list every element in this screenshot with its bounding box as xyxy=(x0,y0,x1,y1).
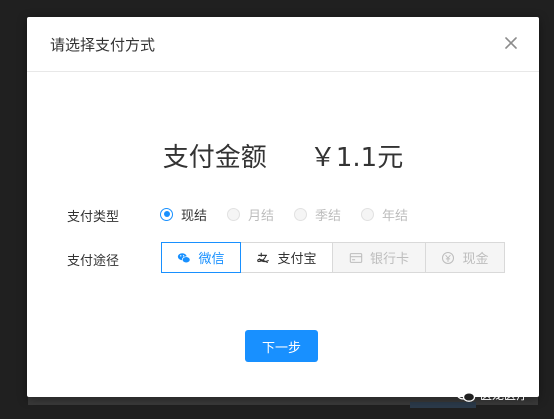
radio-option-monthly[interactable]: 月结 xyxy=(227,205,274,224)
radio-label: 现结 xyxy=(181,208,208,224)
amount-label: 支付金额 xyxy=(162,143,267,173)
dialog-title: 请选择支付方式 xyxy=(50,36,156,54)
close-icon[interactable] xyxy=(503,35,519,51)
radio-label: 月结 xyxy=(248,208,275,224)
payment-method-dialog: 请选择支付方式 支付金额 ￥1.1元 支付类型 现结 月结 季结 年结 支付途径 xyxy=(27,17,539,397)
pay-type-radio-group: 现结 月结 季结 年结 xyxy=(160,204,428,224)
alipay-label: 支付宝 xyxy=(277,252,317,267)
next-step-button[interactable]: 下一步 xyxy=(245,330,318,362)
bank-card-label: 银行卡 xyxy=(369,252,409,267)
radio-label: 年结 xyxy=(382,208,409,224)
chat-bubbles-icon xyxy=(456,387,476,402)
cash-button[interactable]: 现金 xyxy=(425,242,505,273)
pay-channel-label: 支付途径 xyxy=(67,254,120,269)
watermark-text: 医龙医疗 xyxy=(480,388,529,402)
bank-card-icon xyxy=(349,252,363,263)
pay-channel-button-group: 微信 支付宝 银行卡 现金 xyxy=(161,242,505,273)
bank-card-button[interactable]: 银行卡 xyxy=(332,242,426,273)
radio-option-quarterly[interactable]: 季结 xyxy=(294,205,341,224)
radio-checked-icon[interactable] xyxy=(160,207,173,221)
radio-unchecked-icon[interactable] xyxy=(227,207,241,221)
radio-unchecked-icon[interactable] xyxy=(294,207,308,221)
wechat-pay-button[interactable]: 微信 xyxy=(161,242,241,273)
wechat-pay-label: 微信 xyxy=(198,252,225,267)
cash-label: 现金 xyxy=(462,252,489,267)
alipay-button[interactable]: 支付宝 xyxy=(240,242,333,273)
wechat-icon xyxy=(178,252,191,263)
watermark: 医龙医疗 xyxy=(456,386,528,403)
dialog-header: 请选择支付方式 xyxy=(27,17,539,72)
cash-icon xyxy=(442,251,455,264)
radio-unchecked-icon[interactable] xyxy=(361,207,375,221)
radio-option-yearly[interactable]: 年结 xyxy=(361,205,408,224)
pay-type-label: 支付类型 xyxy=(67,210,120,225)
amount-value: ￥1.1元 xyxy=(309,143,404,173)
alipay-icon xyxy=(257,252,270,263)
radio-option-cash-settle[interactable]: 现结 xyxy=(160,205,207,224)
amount-row: 支付金额 ￥1.1元 xyxy=(27,137,539,174)
radio-label: 季结 xyxy=(315,208,342,224)
